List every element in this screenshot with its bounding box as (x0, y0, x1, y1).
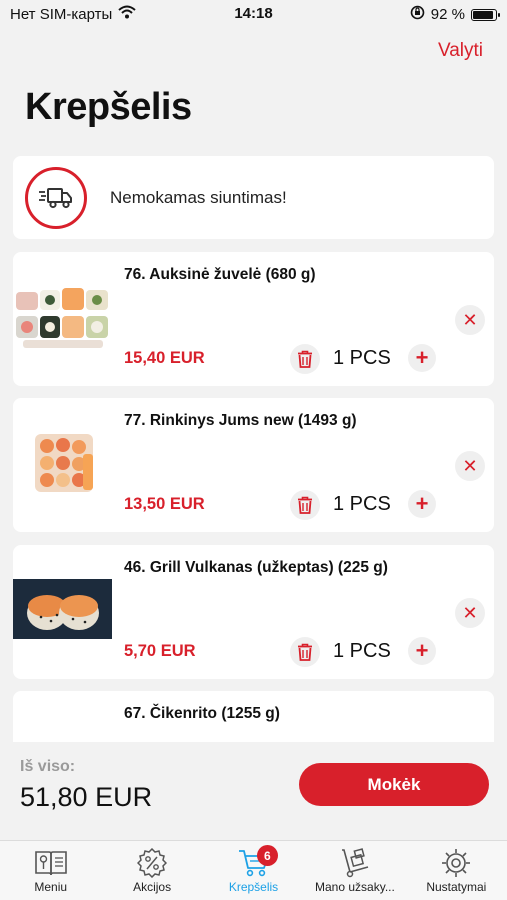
clear-cart-button[interactable]: Valyti (438, 40, 483, 62)
tab-cart[interactable]: 6 Krepšelis (203, 841, 304, 900)
cart-count-badge: 6 (256, 845, 278, 866)
cart-item: 76. Auksinė žuvelė (680 g) 15,40 EUR 1 P… (13, 252, 494, 386)
plus-icon[interactable]: + (408, 637, 436, 665)
tab-bar: Meniu Akcijos 6 Krepšelis Mano užsaky...… (0, 840, 507, 900)
shipping-banner: Nemokamas siuntimas! (13, 156, 494, 239)
shipping-text: Nemokamas siuntimas! (110, 188, 287, 207)
tab-label: Nustatymai (426, 880, 487, 894)
orientation-lock-icon (410, 5, 425, 24)
total-label: Iš viso: (20, 758, 76, 775)
item-price: 15,40 EUR (124, 349, 205, 367)
close-icon[interactable]: ✕ (455, 451, 485, 481)
close-icon[interactable]: ✕ (455, 305, 485, 335)
item-title: 76. Auksinė žuvelė (680 g) (124, 266, 316, 283)
battery-percent: 92 % (430, 6, 465, 23)
tab-label: Krepšelis (228, 880, 279, 894)
cart-item: 46. Grill Vulkanas (užkeptas) (225 g) 5,… (13, 545, 494, 679)
item-price: 5,70 EUR (124, 642, 196, 660)
item-quantity: 1 PCS (333, 347, 391, 369)
tab-label: Mano užsaky... (315, 880, 395, 894)
page-title: Krepšelis (25, 86, 192, 128)
menu-book-icon (34, 848, 68, 878)
tab-menu[interactable]: Meniu (0, 841, 101, 900)
tab-label: Meniu (34, 880, 68, 894)
cart-item: 77. Rinkinys Jums new (1493 g) 13,50 EUR… (13, 398, 494, 532)
product-image (13, 428, 112, 498)
tab-discounts[interactable]: Akcijos (101, 841, 202, 900)
truck-icon (25, 167, 87, 229)
plus-icon[interactable]: + (408, 490, 436, 518)
discount-badge-icon (135, 848, 169, 878)
checkout-footer: Iš viso: 51,80 EUR Mokėk (0, 742, 507, 840)
item-quantity: 1 PCS (333, 493, 391, 515)
hand-truck-icon (338, 848, 372, 878)
plus-icon[interactable]: + (408, 344, 436, 372)
item-title: 77. Rinkinys Jums new (1493 g) (124, 412, 357, 429)
item-title: 46. Grill Vulkanas (užkeptas) (225 g) (124, 559, 388, 576)
battery-icon (471, 8, 500, 21)
trash-icon[interactable] (290, 637, 320, 667)
item-quantity: 1 PCS (333, 640, 391, 662)
product-image (13, 575, 112, 645)
trash-icon[interactable] (290, 344, 320, 374)
status-bar: Нет SIM-карты 14:18 92 % (0, 0, 507, 30)
pay-button[interactable]: Mokėk (299, 763, 489, 806)
item-price: 13,50 EUR (124, 495, 205, 513)
tab-orders[interactable]: Mano užsaky... (304, 841, 405, 900)
item-title: 67. Čikenrito (1255 g) (124, 705, 280, 722)
gear-icon (439, 848, 473, 878)
close-icon[interactable]: ✕ (455, 598, 485, 628)
tab-settings[interactable]: Nustatymai (406, 841, 507, 900)
tab-label: Akcijos (133, 880, 172, 894)
trash-icon[interactable] (290, 490, 320, 520)
battery-level (473, 10, 494, 19)
product-image (13, 282, 112, 352)
status-right: 92 % (410, 5, 500, 24)
total-value: 51,80 EUR (20, 782, 153, 812)
